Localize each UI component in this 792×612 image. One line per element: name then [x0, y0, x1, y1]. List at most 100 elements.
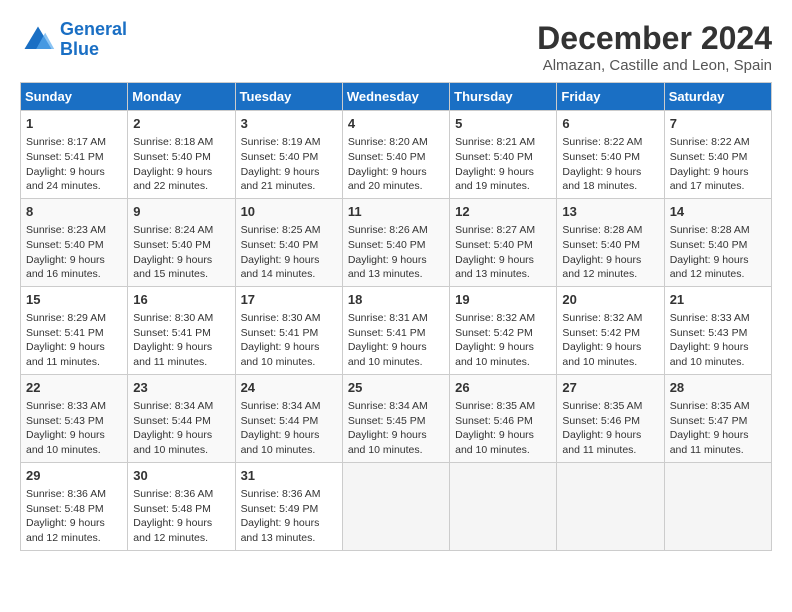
cell-info-line: Sunrise: 8:36 AM [241, 487, 337, 502]
cell-info-line: Sunset: 5:40 PM [348, 150, 444, 165]
logo-text: General Blue [60, 20, 127, 60]
cell-info-line: and 12 minutes. [670, 267, 766, 282]
cell-info-line: Sunrise: 8:24 AM [133, 223, 229, 238]
day-number: 22 [26, 379, 122, 397]
cell-info-line: Sunset: 5:40 PM [26, 238, 122, 253]
calendar-cell: 11Sunrise: 8:26 AMSunset: 5:40 PMDayligh… [342, 198, 449, 286]
day-number: 7 [670, 115, 766, 133]
cell-info-line: Sunrise: 8:28 AM [562, 223, 658, 238]
cell-info-line: Sunrise: 8:34 AM [241, 399, 337, 414]
calendar-table: SundayMondayTuesdayWednesdayThursdayFrid… [20, 82, 772, 551]
cell-info-line: Daylight: 9 hours [348, 253, 444, 268]
cell-info-line: Daylight: 9 hours [562, 253, 658, 268]
cell-info-line: Daylight: 9 hours [670, 165, 766, 180]
title-area: December 2024 Almazan, Castille and Leon… [537, 20, 772, 74]
day-number: 20 [562, 291, 658, 309]
calendar-cell: 22Sunrise: 8:33 AMSunset: 5:43 PMDayligh… [21, 374, 128, 462]
calendar-cell: 9Sunrise: 8:24 AMSunset: 5:40 PMDaylight… [128, 198, 235, 286]
calendar-cell: 28Sunrise: 8:35 AMSunset: 5:47 PMDayligh… [664, 374, 771, 462]
week-row-4: 22Sunrise: 8:33 AMSunset: 5:43 PMDayligh… [21, 374, 772, 462]
cell-info-line: Sunset: 5:41 PM [241, 326, 337, 341]
cell-info-line: Sunrise: 8:32 AM [455, 311, 551, 326]
day-number: 3 [241, 115, 337, 133]
calendar-cell: 21Sunrise: 8:33 AMSunset: 5:43 PMDayligh… [664, 286, 771, 374]
cell-info-line: Sunset: 5:42 PM [562, 326, 658, 341]
calendar-cell: 18Sunrise: 8:31 AMSunset: 5:41 PMDayligh… [342, 286, 449, 374]
cell-info-line: Sunset: 5:40 PM [562, 238, 658, 253]
cell-info-line: Sunset: 5:40 PM [455, 238, 551, 253]
cell-info-line: Daylight: 9 hours [455, 165, 551, 180]
cell-info-line: and 19 minutes. [455, 179, 551, 194]
day-number: 9 [133, 203, 229, 221]
cell-info-line: and 10 minutes. [455, 355, 551, 370]
week-row-1: 1Sunrise: 8:17 AMSunset: 5:41 PMDaylight… [21, 111, 772, 199]
cell-info-line: Sunset: 5:41 PM [26, 326, 122, 341]
calendar-cell: 31Sunrise: 8:36 AMSunset: 5:49 PMDayligh… [235, 462, 342, 550]
day-number: 5 [455, 115, 551, 133]
calendar-cell: 29Sunrise: 8:36 AMSunset: 5:48 PMDayligh… [21, 462, 128, 550]
cell-info-line: and 10 minutes. [241, 355, 337, 370]
cell-info-line: Daylight: 9 hours [241, 340, 337, 355]
logo: General Blue [20, 20, 127, 60]
day-number: 30 [133, 467, 229, 485]
cell-info-line: Sunrise: 8:33 AM [670, 311, 766, 326]
calendar-cell: 24Sunrise: 8:34 AMSunset: 5:44 PMDayligh… [235, 374, 342, 462]
cell-info-line: Daylight: 9 hours [670, 340, 766, 355]
calendar-header-row: SundayMondayTuesdayWednesdayThursdayFrid… [21, 83, 772, 111]
cell-info-line: Sunrise: 8:25 AM [241, 223, 337, 238]
cell-info-line: Sunset: 5:46 PM [455, 414, 551, 429]
cell-info-line: and 12 minutes. [562, 267, 658, 282]
cell-info-line: Daylight: 9 hours [348, 340, 444, 355]
cell-info-line: Daylight: 9 hours [562, 165, 658, 180]
week-row-3: 15Sunrise: 8:29 AMSunset: 5:41 PMDayligh… [21, 286, 772, 374]
col-header-tuesday: Tuesday [235, 83, 342, 111]
calendar-cell: 8Sunrise: 8:23 AMSunset: 5:40 PMDaylight… [21, 198, 128, 286]
cell-info-line: Sunrise: 8:22 AM [562, 135, 658, 150]
calendar-cell: 4Sunrise: 8:20 AMSunset: 5:40 PMDaylight… [342, 111, 449, 199]
cell-info-line: Sunrise: 8:29 AM [26, 311, 122, 326]
cell-info-line: Sunset: 5:40 PM [562, 150, 658, 165]
cell-info-line: Sunrise: 8:33 AM [26, 399, 122, 414]
cell-info-line: Daylight: 9 hours [26, 516, 122, 531]
cell-info-line: Sunset: 5:40 PM [670, 238, 766, 253]
calendar-cell: 15Sunrise: 8:29 AMSunset: 5:41 PMDayligh… [21, 286, 128, 374]
calendar-cell: 12Sunrise: 8:27 AMSunset: 5:40 PMDayligh… [450, 198, 557, 286]
day-number: 1 [26, 115, 122, 133]
cell-info-line: Sunset: 5:44 PM [133, 414, 229, 429]
cell-info-line: Sunrise: 8:34 AM [133, 399, 229, 414]
cell-info-line: Daylight: 9 hours [26, 253, 122, 268]
calendar-cell: 17Sunrise: 8:30 AMSunset: 5:41 PMDayligh… [235, 286, 342, 374]
cell-info-line: and 20 minutes. [348, 179, 444, 194]
cell-info-line: Daylight: 9 hours [133, 165, 229, 180]
cell-info-line: and 12 minutes. [133, 531, 229, 546]
cell-info-line: Sunrise: 8:20 AM [348, 135, 444, 150]
calendar-cell: 16Sunrise: 8:30 AMSunset: 5:41 PMDayligh… [128, 286, 235, 374]
calendar-cell: 2 Sunrise: 8:18 AMSunset: 5:40 PMDaylight… [128, 111, 235, 199]
day-number: 18 [348, 291, 444, 309]
cell-info-line: Sunrise: 8:26 AM [348, 223, 444, 238]
calendar-cell: 7Sunrise: 8:22 AMSunset: 5:40 PMDaylight… [664, 111, 771, 199]
week-row-5: 29Sunrise: 8:36 AMSunset: 5:48 PMDayligh… [21, 462, 772, 550]
cell-info-line: Daylight: 9 hours [348, 165, 444, 180]
header: General Blue December 2024 Almazan, Cast… [20, 20, 772, 74]
cell-info-line: and 10 minutes. [562, 355, 658, 370]
day-number: 27 [562, 379, 658, 397]
day-number: 17 [241, 291, 337, 309]
cell-info-line: and 18 minutes. [562, 179, 658, 194]
cell-info-line: Sunset: 5:40 PM [133, 150, 229, 165]
cell-info-line: Sunset: 5:40 PM [241, 238, 337, 253]
cell-info-line: Daylight: 9 hours [241, 253, 337, 268]
day-number: 2 [133, 115, 229, 133]
day-number: 24 [241, 379, 337, 397]
cell-info-line: and 14 minutes. [241, 267, 337, 282]
col-header-thursday: Thursday [450, 83, 557, 111]
cell-info-line: Sunrise: 8:35 AM [455, 399, 551, 414]
cell-info-line: Daylight: 9 hours [241, 165, 337, 180]
cell-info-line: and 10 minutes. [26, 443, 122, 458]
cell-info-line: Sunrise: 8:18 AM [133, 135, 229, 150]
subtitle: Almazan, Castille and Leon, Spain [537, 57, 772, 74]
col-header-wednesday: Wednesday [342, 83, 449, 111]
calendar-cell: 1Sunrise: 8:17 AMSunset: 5:41 PMDaylight… [21, 111, 128, 199]
cell-info-line: Sunrise: 8:17 AM [26, 135, 122, 150]
cell-info-line: Sunset: 5:40 PM [670, 150, 766, 165]
